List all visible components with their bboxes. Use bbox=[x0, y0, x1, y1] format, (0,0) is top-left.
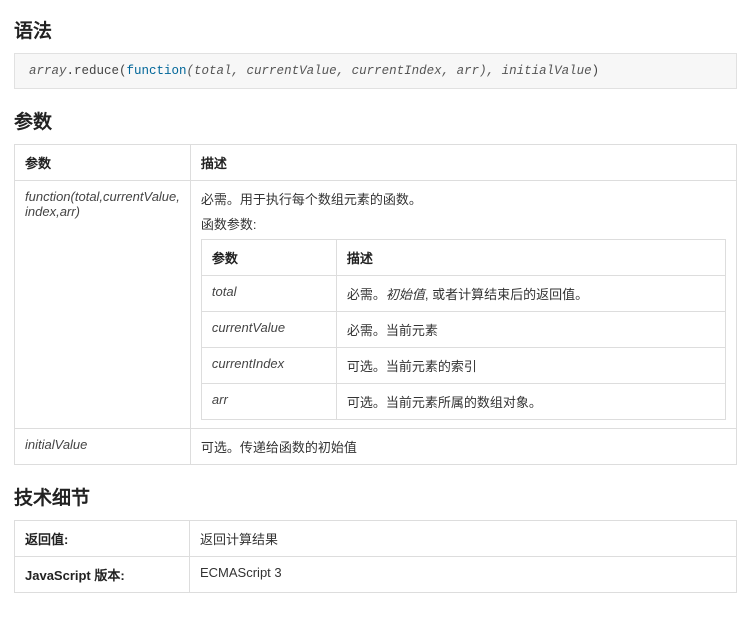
param-name: total bbox=[201, 276, 336, 312]
param-desc: 可选。当前元素的索引 bbox=[336, 348, 725, 384]
inner-params-table: 参数 描述 total 必需。初始值, 或者计算结束后的返回值。 current… bbox=[201, 239, 726, 420]
desc-text: 可选。当前元素所属的数组对象。 bbox=[347, 395, 542, 410]
th-desc: 描述 bbox=[190, 145, 736, 181]
code-arr: array bbox=[29, 64, 67, 78]
table-row: total 必需。初始值, 或者计算结束后的返回值。 bbox=[201, 276, 725, 312]
param-name: initialValue bbox=[15, 429, 191, 465]
param-name: function(total,currentValue, index,arr) bbox=[15, 181, 191, 429]
table-header-row: 参数 描述 bbox=[15, 145, 737, 181]
desc-text: 必需。 bbox=[347, 287, 386, 302]
param-name: arr bbox=[201, 384, 336, 420]
table-row: function(total,currentValue, index,arr) … bbox=[15, 181, 737, 429]
table-row: JavaScript 版本: ECMAScript 3 bbox=[15, 557, 737, 593]
param-desc: 可选。当前元素所属的数组对象。 bbox=[336, 384, 725, 420]
desc-em: 初始值 bbox=[386, 287, 425, 302]
param-desc: 必需。用于执行每个数组元素的函数。 函数参数: 参数 描述 total 必需。初… bbox=[190, 181, 736, 429]
code-fn: .reduce( bbox=[67, 64, 127, 78]
desc-text: 可选。当前元素的索引 bbox=[347, 359, 477, 374]
param-desc: 必需。当前元素 bbox=[336, 312, 725, 348]
tech-value: 返回计算结果 bbox=[190, 521, 737, 557]
table-row: 返回值: 返回计算结果 bbox=[15, 521, 737, 557]
tech-heading: 技术细节 bbox=[14, 483, 737, 510]
th-desc: 描述 bbox=[336, 240, 725, 276]
code-kw: function bbox=[127, 64, 187, 78]
desc-text: 必需。当前元素 bbox=[347, 323, 438, 338]
table-row: currentValue 必需。当前元素 bbox=[201, 312, 725, 348]
params-table: 参数 描述 function(total,currentValue, index… bbox=[14, 144, 737, 465]
table-row: currentIndex 可选。当前元素的索引 bbox=[201, 348, 725, 384]
tech-table: 返回值: 返回计算结果 JavaScript 版本: ECMAScript 3 bbox=[14, 520, 737, 593]
table-row: arr 可选。当前元素所属的数组对象。 bbox=[201, 384, 725, 420]
params-heading: 参数 bbox=[14, 107, 737, 134]
param-desc: 可选。传递给函数的初始值 bbox=[190, 429, 736, 465]
param-name: currentIndex bbox=[201, 348, 336, 384]
desc-line: 函数参数: bbox=[201, 214, 726, 233]
desc-text: , 或者计算结束后的返回值。 bbox=[425, 287, 588, 302]
tech-label: 返回值: bbox=[15, 521, 190, 557]
code-sig: (total, currentValue, currentIndex, arr)… bbox=[187, 64, 592, 78]
syntax-heading: 语法 bbox=[14, 16, 737, 43]
param-name: currentValue bbox=[201, 312, 336, 348]
code-close: ) bbox=[592, 64, 600, 78]
table-header-row: 参数 描述 bbox=[201, 240, 725, 276]
syntax-code: array.reduce(function(total, currentValu… bbox=[14, 53, 737, 89]
tech-label: JavaScript 版本: bbox=[15, 557, 190, 593]
table-row: initialValue 可选。传递给函数的初始值 bbox=[15, 429, 737, 465]
th-param: 参数 bbox=[201, 240, 336, 276]
th-param: 参数 bbox=[15, 145, 191, 181]
desc-line: 必需。用于执行每个数组元素的函数。 bbox=[201, 189, 726, 208]
tech-value: ECMAScript 3 bbox=[190, 557, 737, 593]
param-desc: 必需。初始值, 或者计算结束后的返回值。 bbox=[336, 276, 725, 312]
